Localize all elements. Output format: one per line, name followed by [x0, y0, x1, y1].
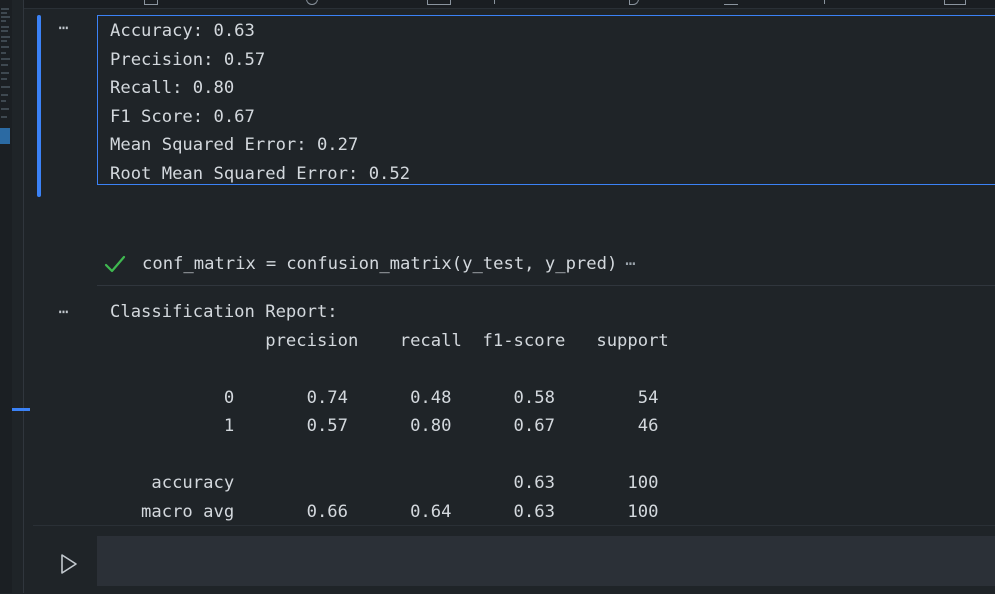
report-output-more-icon[interactable]: ⋯: [52, 304, 76, 320]
cell-divider: [97, 285, 995, 286]
code-call: confusion_matrix(y_test, y_pred): [286, 254, 618, 274]
code-operator: =: [265, 254, 277, 274]
metrics-text: Accuracy: 0.63 Precision: 0.57 Recall: 0…: [110, 21, 411, 184]
scroll-position-marker: [12, 408, 30, 411]
code-variable: conf_matrix: [142, 254, 256, 274]
empty-code-cell[interactable]: [33, 525, 995, 594]
minimap-viewport[interactable]: [0, 128, 10, 144]
output-more-icon[interactable]: ⋯: [52, 20, 76, 36]
expand-code-icon[interactable]: ⋯: [625, 254, 636, 274]
gutter-divider: [23, 0, 24, 593]
metrics-output: Accuracy: 0.63 Precision: 0.57 Recall: 0…: [97, 15, 995, 185]
classification-report-output: Classification Report: precision recall …: [110, 298, 995, 524]
active-cell-indicator: [37, 15, 41, 197]
cell-toolbar-edge: [24, 0, 995, 9]
code-cell-collapsed[interactable]: conf_matrix = confusion_matrix(y_test, y…: [104, 250, 637, 278]
minimap[interactable]: [0, 0, 12, 593]
classification-report-text: Classification Report: precision recall …: [110, 302, 669, 522]
check-icon: [104, 255, 126, 273]
run-icon[interactable]: [60, 553, 78, 575]
cell-editor[interactable]: [97, 536, 995, 586]
